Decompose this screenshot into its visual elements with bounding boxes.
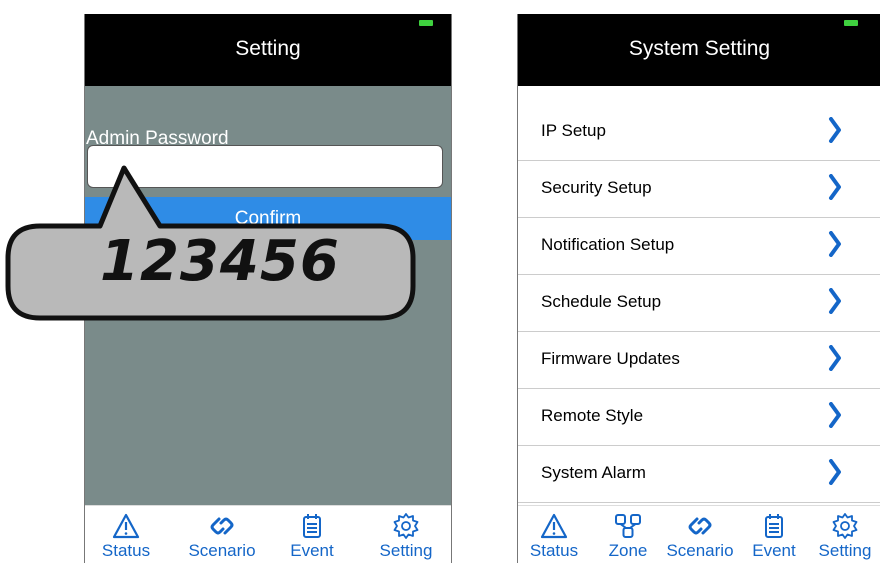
system-setting-menu: IP Setup Security Setup Notification Set… <box>518 86 880 505</box>
right-page-title: System Setting <box>628 37 771 60</box>
menu-item-label: Remote Style <box>541 406 644 425</box>
menu-item-label: Security Setup <box>541 178 652 197</box>
menu-item-security-setup[interactable]: Security Setup <box>518 161 880 218</box>
warning-triangle-icon <box>540 513 568 539</box>
menu-item-firmware-updates[interactable]: Firmware Updates <box>518 332 880 389</box>
right-tab-event[interactable]: Event <box>740 506 808 563</box>
menu-item-ip-setup[interactable]: IP Setup <box>518 104 880 161</box>
right-tab-setting[interactable]: Setting <box>810 506 880 563</box>
menu-item-label: Firmware Updates <box>541 349 680 368</box>
menu-item-label: Schedule Setup <box>541 292 662 311</box>
chevron-right-icon <box>829 231 841 257</box>
right-tab-scenario[interactable]: Scenario <box>657 506 743 563</box>
chevron-right-icon <box>829 345 841 371</box>
zone-nodes-icon <box>615 514 641 538</box>
battery-icon <box>844 20 858 26</box>
right-tab-zone-label: Zone <box>608 541 648 560</box>
menu-item-schedule-setup[interactable]: Schedule Setup <box>518 275 880 332</box>
right-tab-status[interactable]: Status <box>518 506 590 563</box>
right-tab-scenario-label: Scenario <box>666 541 734 560</box>
menu-item-remote-style[interactable]: Remote Style <box>518 389 880 446</box>
right-tab-zone[interactable]: Zone <box>600 506 656 563</box>
menu-item-system-alarm[interactable]: System Alarm <box>518 446 880 503</box>
right-phone-screen: System Setting IP Setup Security Setup N… <box>517 14 880 563</box>
menu-item-label: Notification Setup <box>541 235 675 254</box>
right-tab-bar: Status Zone Scenario Event Setting <box>518 505 880 563</box>
link-icon <box>688 517 712 535</box>
menu-item-label: IP Setup <box>541 121 606 140</box>
menu-item-notification-setup[interactable]: Notification Setup <box>518 218 880 275</box>
callout-password-text: 123456 <box>100 229 340 294</box>
calendar-list-icon <box>765 514 783 538</box>
menu-item-label: System Alarm <box>541 463 646 482</box>
right-tab-setting-label: Setting <box>818 541 872 560</box>
right-tab-event-label: Event <box>752 541 796 560</box>
right-tab-status-label: Status <box>529 541 579 560</box>
chevron-right-icon <box>829 288 841 314</box>
chevron-right-icon <box>829 402 841 428</box>
gear-icon <box>832 513 858 539</box>
chevron-right-icon <box>829 174 841 200</box>
right-header: System Setting <box>518 14 880 86</box>
chevron-right-icon <box>829 459 841 485</box>
chevron-right-icon <box>829 117 841 143</box>
